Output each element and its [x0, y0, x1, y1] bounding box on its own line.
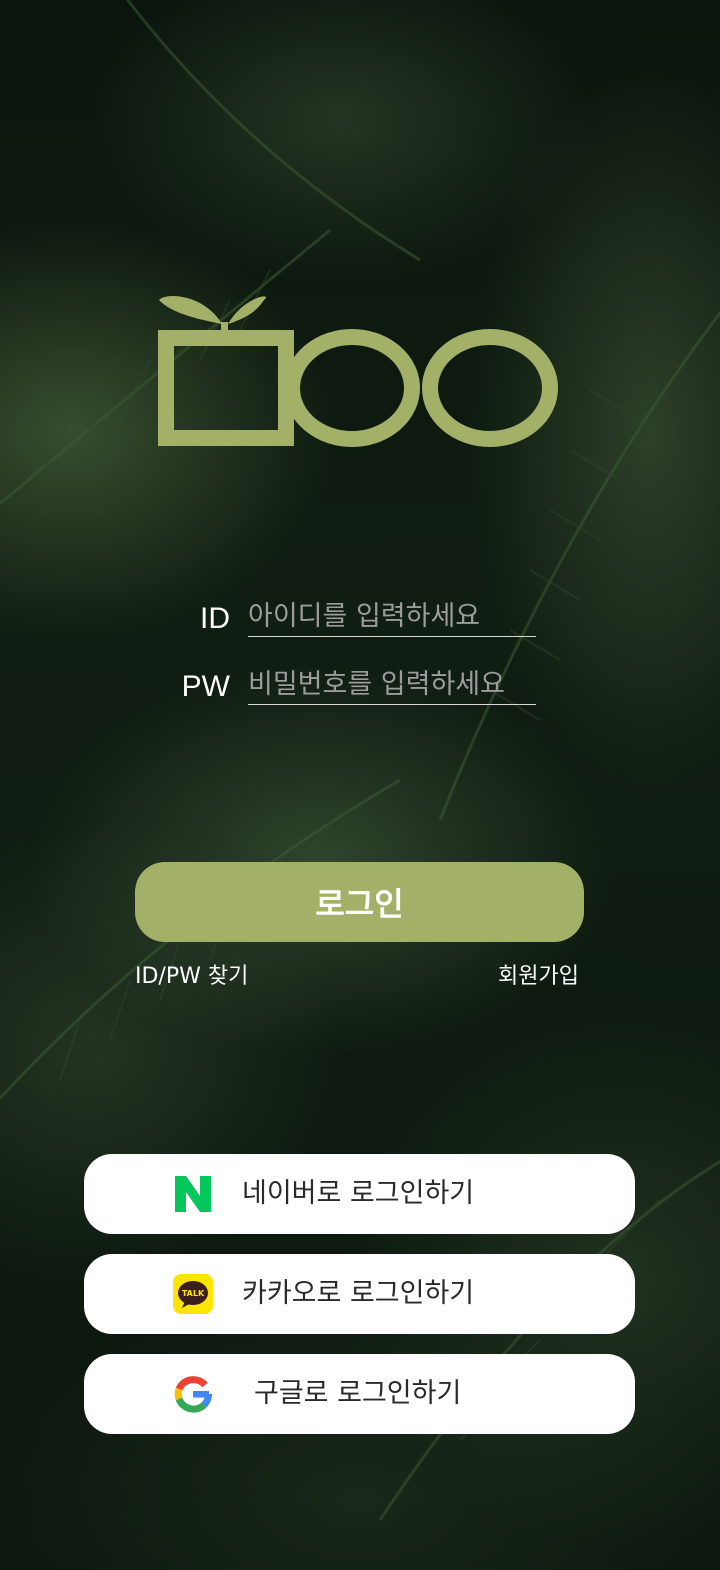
- naver-login-button[interactable]: 네이버로 로그인하기: [84, 1154, 635, 1234]
- id-input[interactable]: [248, 596, 536, 637]
- google-login-button[interactable]: 구글로 로그인하기: [84, 1354, 635, 1434]
- sprout-leaf-left: [159, 295, 222, 324]
- password-input[interactable]: [248, 664, 536, 705]
- logo-circle-1: [284, 329, 420, 447]
- kakao-login-button[interactable]: TALK 카카오로 로그인하기: [84, 1254, 635, 1334]
- pw-field-row: PW: [170, 664, 540, 714]
- fern-leaves-decoration: [0, 0, 720, 1521]
- kakao-icon-text: TALK: [182, 1289, 205, 1298]
- sprout-leaf-right: [228, 296, 266, 324]
- signup-link[interactable]: 회원가입: [498, 958, 579, 990]
- kakao-talk-icon: TALK: [173, 1274, 213, 1314]
- logo-circle-2: [422, 329, 558, 447]
- app-logo: [158, 295, 558, 447]
- pw-label: PW: [181, 670, 230, 703]
- google-login-label: 구글로 로그인하기: [254, 1378, 462, 1409]
- naver-login-label: 네이버로 로그인하기: [242, 1178, 475, 1209]
- find-id-pw-link[interactable]: ID/PW 찾기: [135, 958, 248, 990]
- id-field-row: ID: [170, 596, 540, 646]
- kakao-login-label: 카카오로 로그인하기: [242, 1278, 475, 1309]
- login-button[interactable]: 로그인: [135, 862, 584, 942]
- naver-icon: [175, 1176, 211, 1212]
- google-icon: [174, 1376, 213, 1413]
- logo-square: [158, 330, 294, 446]
- id-label: ID: [200, 602, 230, 635]
